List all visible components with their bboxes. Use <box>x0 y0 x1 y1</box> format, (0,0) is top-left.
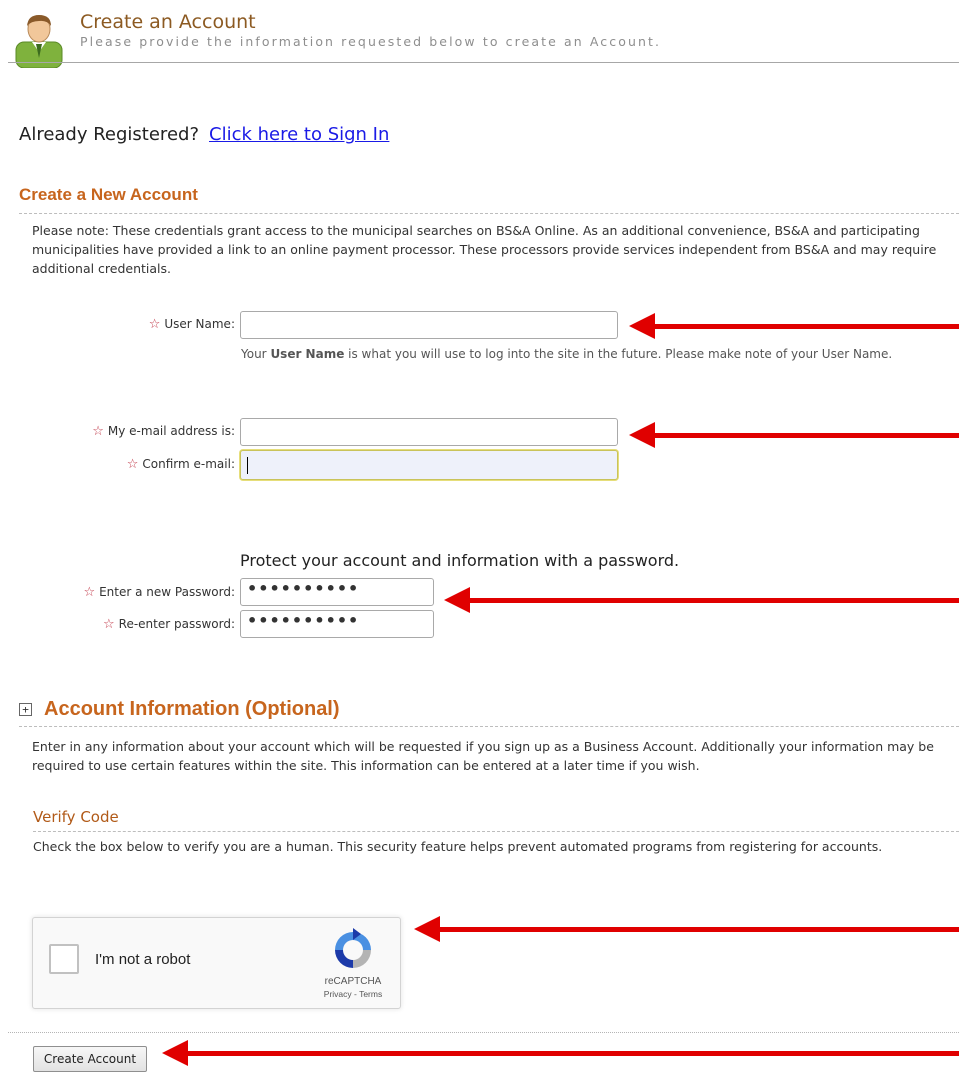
recaptcha-widget: I'm not a robot reCAPTCHA Privacy - Term… <box>32 917 401 1009</box>
password-label: ☆ Enter a new Password: <box>83 585 235 600</box>
recaptcha-privacy-terms[interactable]: Privacy - Terms <box>303 989 403 999</box>
password-heading: Protect your account and information wit… <box>240 551 680 570</box>
sign-in-link[interactable]: Click here to Sign In <box>209 124 389 145</box>
recaptcha-label: I'm not a robot <box>95 951 191 968</box>
annotation-arrow <box>629 422 959 448</box>
reenter-password-label: ☆ Re-enter password: <box>102 617 235 632</box>
confirm-email-label: ☆ Confirm e-mail: <box>126 457 235 472</box>
plus-box-icon[interactable]: + <box>19 703 32 716</box>
star-icon: ☆ <box>148 317 161 332</box>
verify-divider <box>33 831 959 832</box>
email-label: ☆ My e-mail address is: <box>92 424 235 439</box>
already-registered-text: Already Registered? <box>19 124 199 145</box>
account-info-text: Enter in any information about your acco… <box>32 739 934 773</box>
create-account-button[interactable]: Create Account <box>33 1046 147 1072</box>
annotation-arrow <box>414 916 959 942</box>
page-title: Create an Account <box>80 11 256 33</box>
reenter-password-input[interactable]: •••••••••• <box>240 610 434 638</box>
text-cursor <box>247 457 248 474</box>
confirm-email-input[interactable] <box>240 450 618 480</box>
star-icon: ☆ <box>92 424 104 439</box>
user-avatar-icon <box>15 15 63 68</box>
credentials-note: Please note: These credentials grant acc… <box>32 223 937 276</box>
annotation-arrow <box>444 587 959 613</box>
header-divider <box>8 62 959 63</box>
verify-heading: Verify Code <box>33 808 119 826</box>
username-input[interactable] <box>240 311 618 339</box>
new-account-heading: Create a New Account <box>19 185 198 204</box>
recaptcha-brand: reCAPTCHA <box>324 976 382 987</box>
annotation-arrow <box>162 1040 959 1066</box>
account-info-divider <box>19 726 959 727</box>
password-input[interactable]: •••••••••• <box>240 578 434 606</box>
page-subtitle: Please provide the information requested… <box>80 34 662 49</box>
recaptcha-checkbox[interactable] <box>49 944 79 974</box>
recaptcha-logo-icon <box>335 928 371 968</box>
new-account-divider <box>19 213 959 214</box>
username-hint: Your User Name is what you will use to l… <box>241 347 893 361</box>
verify-text: Check the box below to verify you are a … <box>33 839 883 854</box>
star-icon: ☆ <box>102 617 115 632</box>
star-icon: ☆ <box>83 585 96 600</box>
username-label: ☆ User Name: <box>148 317 235 332</box>
already-registered: Already Registered? Click here to Sign In <box>19 123 389 147</box>
footer-divider <box>8 1032 959 1033</box>
account-info-heading[interactable]: Account Information (Optional) <box>44 698 340 721</box>
star-icon: ☆ <box>126 457 139 472</box>
email-input[interactable] <box>240 418 618 446</box>
annotation-arrow <box>629 313 959 339</box>
